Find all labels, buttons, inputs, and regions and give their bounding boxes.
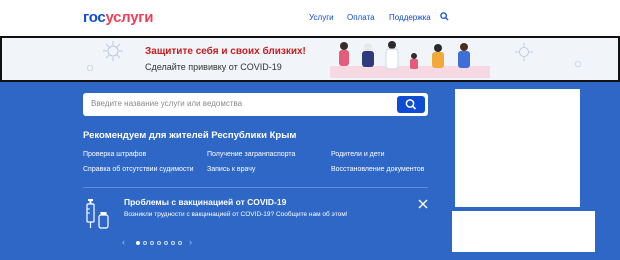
banner-subtitle: Сделайте прививку от COVID-19 <box>145 62 282 72</box>
vaccination-banner[interactable]: Защитите себя и своих близких! Сделайте … <box>0 36 620 82</box>
link-foreign-passport[interactable]: Получение загранпаспорта <box>207 151 295 158</box>
search-icon <box>405 99 417 110</box>
banner-title: Защитите себя и своих близких! <box>145 46 306 57</box>
virus-icon <box>574 60 582 68</box>
link-parents-children[interactable]: Родители и дети <box>331 151 385 158</box>
link-document-restore[interactable]: Восстановление документов <box>331 166 424 173</box>
recommend-title: Рекомендуем для жителей Республики Крым <box>83 130 297 141</box>
nav-podderzhka[interactable]: Поддержка <box>389 13 431 22</box>
syringe-icon <box>86 199 109 229</box>
link-fines-check[interactable]: Проверка штрафов <box>83 151 146 158</box>
search-box <box>83 93 428 116</box>
section-divider <box>83 187 428 188</box>
carousel-dot[interactable] <box>157 241 161 245</box>
side-widget-panel <box>452 211 595 252</box>
covid-notice-text: Возникли трудности с вакцинацией от COVI… <box>124 211 348 218</box>
close-icon[interactable] <box>418 199 428 209</box>
top-header: госуслуги Услуги Оплата Поддержка <box>0 0 620 36</box>
carousel-next-button[interactable]: › <box>189 237 192 247</box>
people-illustration <box>330 41 490 78</box>
carousel-dot[interactable] <box>164 241 168 245</box>
nav-uslugi[interactable]: Услуги <box>309 13 334 22</box>
virus-icon <box>86 64 94 72</box>
service-search-input[interactable] <box>89 98 393 109</box>
link-criminal-record[interactable]: Справка об отсутствии судимости <box>83 166 194 173</box>
covid-notice-title: Проблемы с вакцинацией от COVID-19 <box>124 197 287 207</box>
carousel-dot[interactable] <box>171 241 175 245</box>
carousel-dot[interactable] <box>136 241 140 245</box>
side-widget-panel <box>455 89 580 207</box>
virus-icon <box>103 41 123 61</box>
virus-icon <box>514 42 534 62</box>
carousel-dot[interactable] <box>143 241 147 245</box>
main-section: Рекомендуем для жителей Республики Крым … <box>0 82 620 260</box>
nav-oplata[interactable]: Оплата <box>347 13 375 22</box>
link-doctor-appointment[interactable]: Запись к врачу <box>207 166 255 173</box>
gosuslugi-logo[interactable]: госуслуги <box>83 9 153 26</box>
logo-part-gos: гос <box>83 9 106 26</box>
search-button[interactable] <box>397 96 425 113</box>
logo-part-uslugi: услуги <box>105 9 154 26</box>
search-icon[interactable] <box>440 12 449 21</box>
carousel-prev-button[interactable]: ‹ <box>122 237 125 247</box>
carousel-dot[interactable] <box>178 241 182 245</box>
carousel-dot[interactable] <box>150 241 154 245</box>
